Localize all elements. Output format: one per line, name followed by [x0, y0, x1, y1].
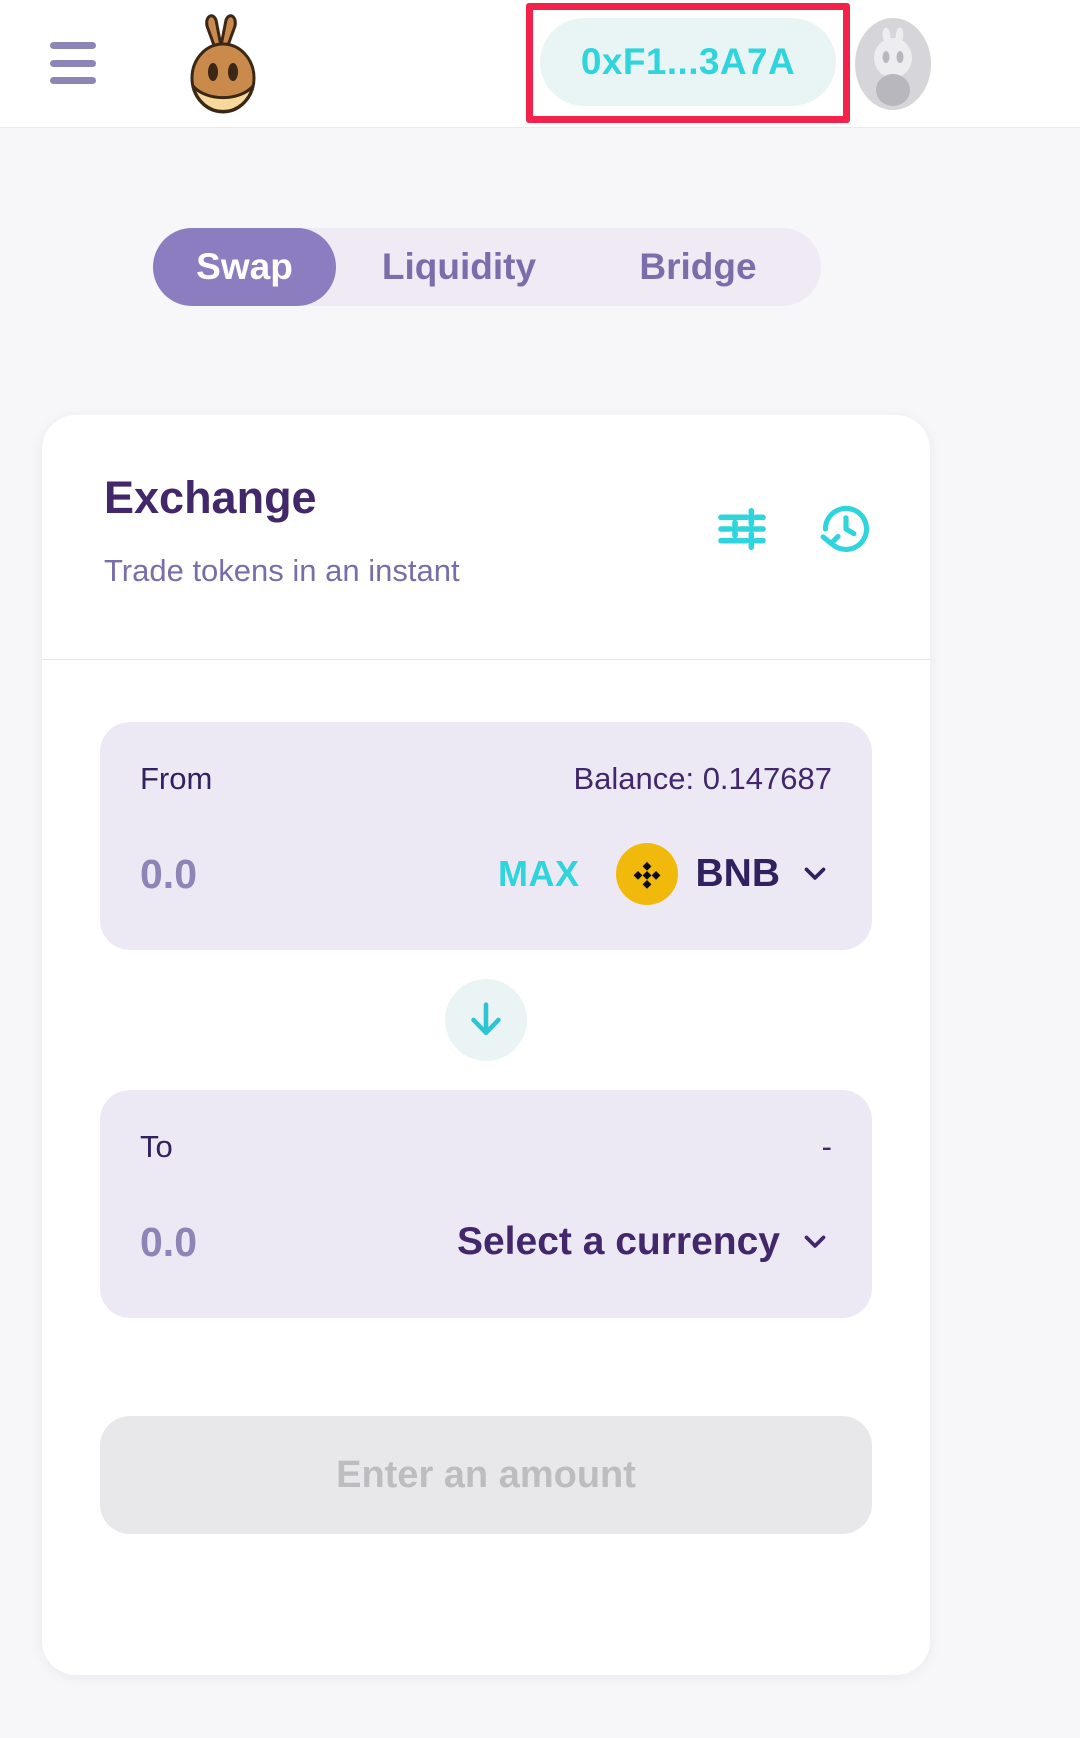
to-amount-input[interactable] — [140, 1219, 440, 1266]
to-token-select[interactable]: Select a currency — [457, 1220, 832, 1264]
tab-liquidity-label: Liquidity — [382, 246, 536, 288]
tab-liquidity[interactable]: Liquidity — [336, 228, 582, 306]
from-amount-input[interactable] — [140, 851, 440, 898]
tab-swap[interactable]: Swap — [153, 228, 336, 306]
tab-bridge-label: Bridge — [639, 246, 756, 288]
to-label: To — [140, 1129, 173, 1165]
tab-swap-label: Swap — [196, 246, 293, 288]
from-balance: Balance: 0.147687 — [573, 761, 832, 797]
hamburger-bar — [50, 42, 96, 49]
wallet-address-button[interactable]: 0xF1...3A7A — [540, 18, 836, 106]
hamburger-bar — [50, 60, 96, 67]
from-token-symbol: BNB — [696, 852, 781, 896]
swap-direction-row — [100, 950, 872, 1090]
max-button-label: MAX — [498, 853, 580, 894]
cta-wrapper: Enter an amount — [100, 1318, 872, 1534]
arrow-down-icon — [463, 996, 509, 1045]
card-actions — [714, 501, 874, 557]
max-button[interactable]: MAX — [498, 853, 580, 895]
chevron-down-icon — [798, 1224, 832, 1261]
tab-bridge[interactable]: Bridge — [582, 228, 814, 306]
pancake-bunny-logo[interactable] — [183, 12, 265, 116]
app-root: 0xF1...3A7A Swap Liquidity Bridge — [0, 0, 1080, 1738]
to-panel-bottom: Select a currency — [140, 1212, 832, 1272]
to-panel-right: Select a currency — [457, 1220, 832, 1264]
from-panel-top: From Balance: 0.147687 — [140, 756, 832, 802]
from-label: From — [140, 761, 212, 797]
bunny-avatar-icon[interactable] — [855, 18, 931, 110]
bnb-token-icon — [616, 843, 678, 905]
from-panel-bottom: MAX — [140, 844, 832, 904]
exchange-card-header: Exchange Trade tokens in an instant — [42, 415, 930, 660]
from-token-panel: From Balance: 0.147687 MAX — [100, 722, 872, 950]
wallet-address-label: 0xF1...3A7A — [581, 41, 795, 83]
enter-amount-button[interactable]: Enter an amount — [100, 1416, 872, 1534]
history-clock-icon[interactable] — [818, 501, 874, 557]
from-token-select[interactable]: BNB — [616, 843, 833, 905]
select-currency-label: Select a currency — [457, 1220, 780, 1264]
chevron-down-icon — [798, 856, 832, 893]
to-panel-top: To - — [140, 1124, 832, 1170]
from-panel-right: MAX — [498, 843, 832, 905]
to-balance: - — [822, 1129, 832, 1165]
page-subtitle: Trade tokens in an instant — [104, 553, 868, 589]
enter-amount-label: Enter an amount — [336, 1454, 636, 1496]
swap-direction-button[interactable] — [445, 979, 527, 1061]
to-token-panel: To - Select a currency — [100, 1090, 872, 1318]
settings-sliders-icon[interactable] — [714, 501, 770, 557]
exchange-card-body: From Balance: 0.147687 MAX — [42, 660, 930, 1534]
nav-tabs: Swap Liquidity Bridge — [153, 228, 821, 306]
hamburger-menu-icon[interactable] — [50, 42, 96, 84]
exchange-card: Exchange Trade tokens in an instant — [42, 415, 930, 1675]
app-header: 0xF1...3A7A — [0, 0, 1080, 128]
hamburger-bar — [50, 77, 96, 84]
